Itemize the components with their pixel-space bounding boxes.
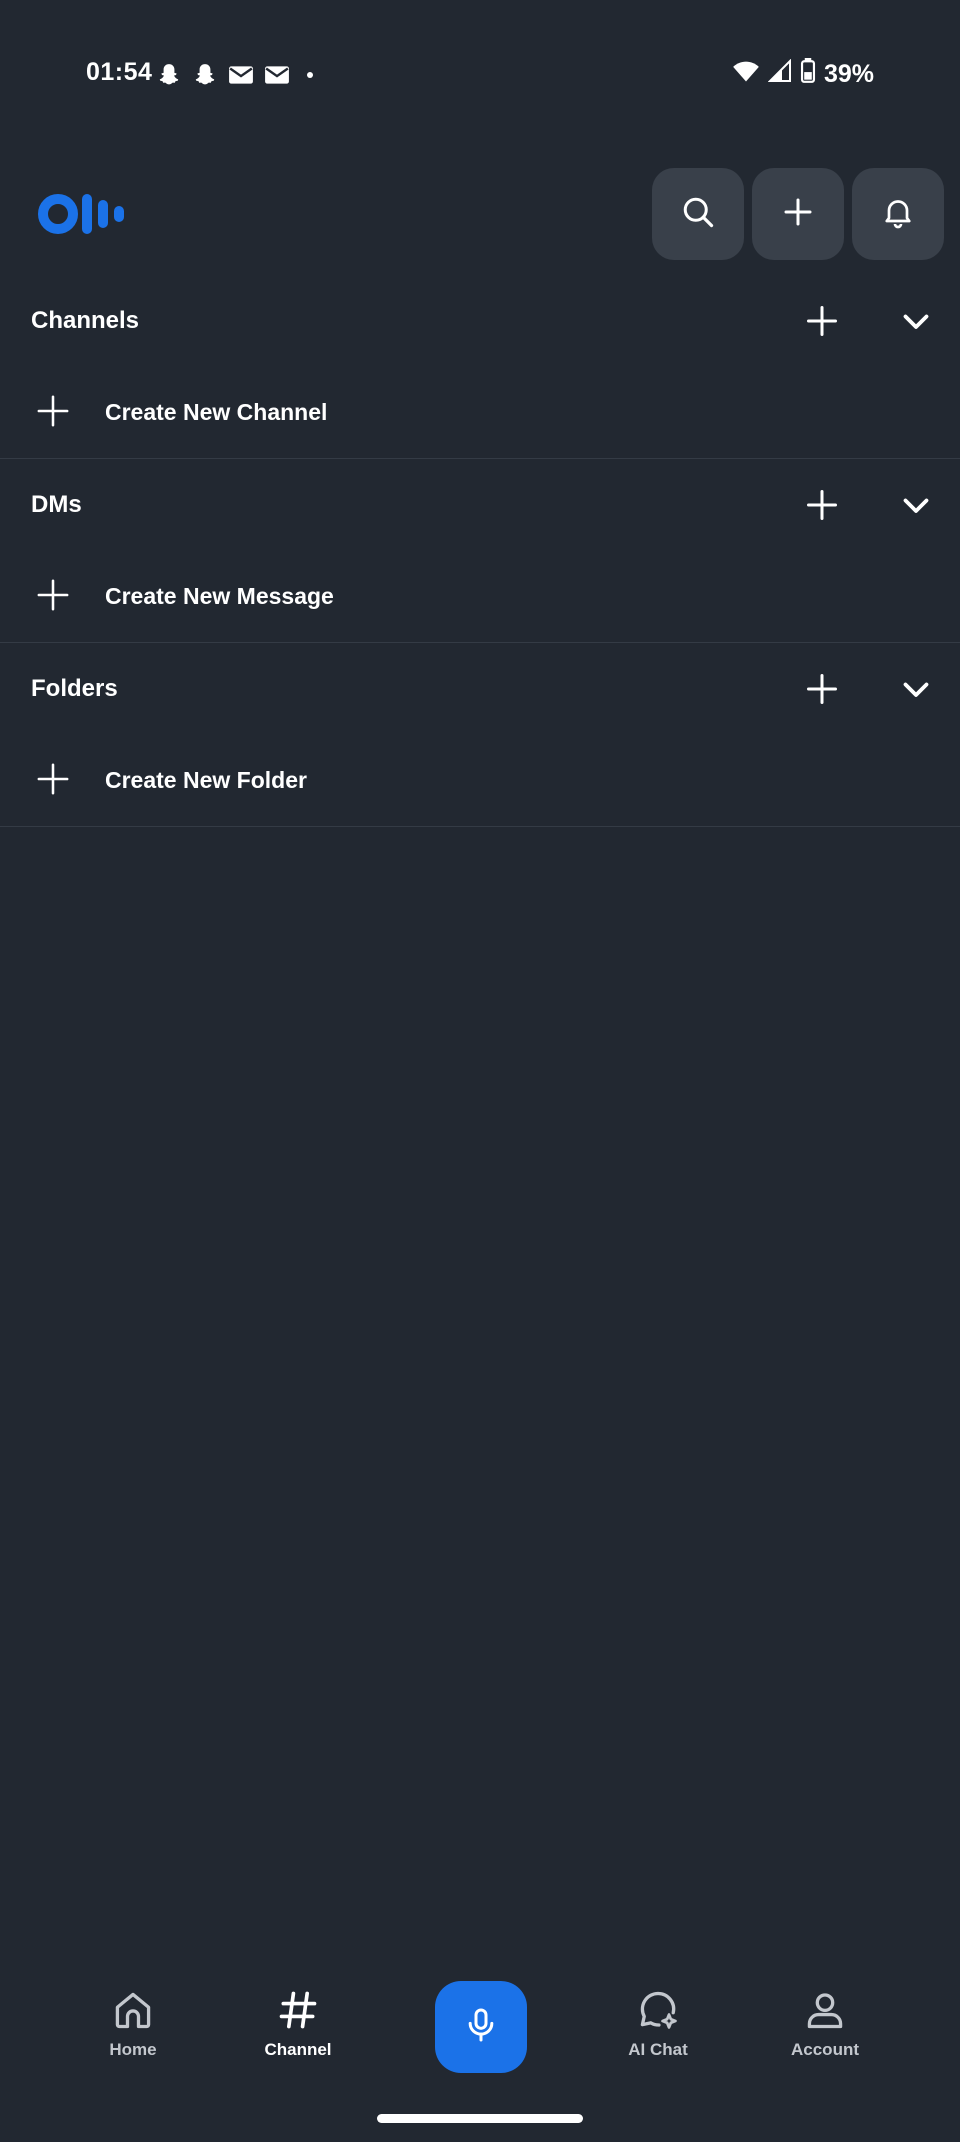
signal-icon	[767, 58, 792, 90]
battery-percent: 39%	[823, 60, 874, 88]
nav-home[interactable]: Home	[63, 1988, 203, 2060]
plus-icon	[36, 578, 70, 612]
nav-label: Account	[791, 2040, 859, 2059]
plus-icon	[780, 194, 816, 235]
chevron-down-icon[interactable]	[898, 487, 934, 523]
add-channel-icon[interactable]	[804, 303, 840, 339]
nav-account[interactable]: Account	[755, 1988, 895, 2060]
account-icon	[755, 1988, 895, 2032]
dms-section-header: DMs	[0, 460, 960, 550]
home-indicator[interactable]	[377, 2114, 583, 2123]
battery-icon	[800, 58, 816, 91]
record-button[interactable]	[435, 1981, 527, 2073]
section-title: DMs	[31, 491, 82, 518]
gmail-icon	[228, 64, 254, 86]
section-title: Folders	[31, 675, 118, 702]
create-new-channel-row[interactable]: Create New Channel	[0, 366, 960, 459]
create-new-folder-label: Create New Folder	[105, 767, 307, 793]
otter-logo	[38, 190, 142, 243]
create-new-message-label: Create New Message	[105, 583, 334, 609]
section-title: Channels	[31, 307, 140, 334]
search-button[interactable]	[652, 168, 744, 260]
snapchat-icon	[192, 62, 218, 88]
add-folder-icon[interactable]	[804, 671, 840, 707]
notifications-button[interactable]	[852, 168, 944, 260]
bell-icon	[880, 194, 916, 235]
add-button[interactable]	[752, 168, 844, 260]
nav-label: AI Chat	[628, 2040, 688, 2059]
ai-chat-icon	[588, 1988, 728, 2032]
create-new-folder-row[interactable]: Create New Folder	[0, 734, 960, 827]
system-indicators: 39%	[732, 58, 874, 91]
chevron-down-icon[interactable]	[898, 671, 934, 707]
folders-section-header: Folders	[0, 644, 960, 734]
home-icon	[63, 1988, 203, 2032]
nav-channel[interactable]: Channel	[228, 1988, 368, 2060]
gmail-icon	[264, 64, 290, 86]
search-icon	[680, 194, 716, 235]
nav-label: Home	[109, 2040, 157, 2059]
notification-icons	[156, 62, 320, 88]
plus-icon	[36, 762, 70, 796]
nav-ai-chat[interactable]: AI Chat	[588, 1988, 728, 2060]
nav-label: Channel	[264, 2040, 332, 2059]
create-new-message-row[interactable]: Create New Message	[0, 550, 960, 643]
hash-icon	[228, 1988, 368, 2032]
bottom-navigation: Home Channel AI Chat Account	[0, 1960, 960, 2100]
status-time: 01:54	[86, 58, 153, 86]
microphone-icon	[461, 2005, 501, 2050]
status-bar: 01:54 39%	[0, 0, 960, 150]
channels-section-header: Channels	[0, 276, 960, 366]
snapchat-icon	[156, 62, 182, 88]
dot-icon	[300, 64, 320, 86]
chevron-down-icon[interactable]	[898, 303, 934, 339]
create-new-channel-label: Create New Channel	[105, 399, 328, 425]
wifi-icon	[732, 59, 760, 90]
add-dm-icon[interactable]	[804, 487, 840, 523]
plus-icon	[36, 394, 70, 428]
